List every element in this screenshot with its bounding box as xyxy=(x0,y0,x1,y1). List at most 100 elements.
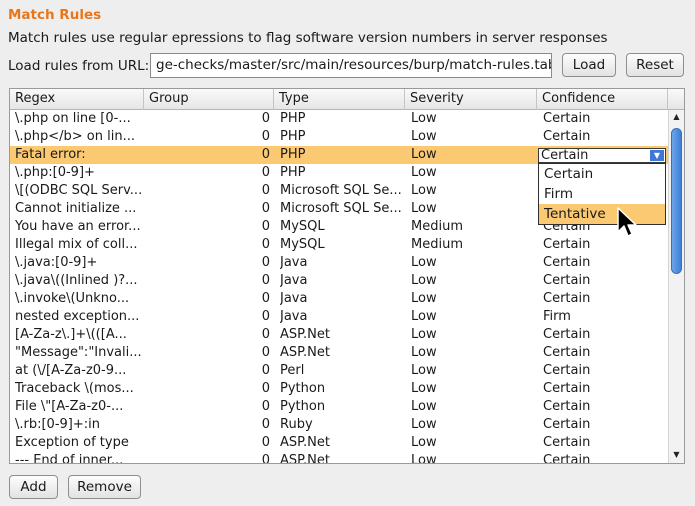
cell-regex: \.java\((Inlined )?... xyxy=(15,273,138,288)
option-firm[interactable]: Firm xyxy=(539,184,665,204)
table-row[interactable]: \.java\((Inlined )?... 0 Java Low Certain xyxy=(10,272,668,290)
table-row[interactable]: at (\/[A-Za-z0-9... 0 Perl Low Certain xyxy=(10,362,668,380)
table-row[interactable]: File \"[A-Za-z0-... 0 Python Low Certain xyxy=(10,398,668,416)
url-label: Load rules from URL: xyxy=(8,58,150,74)
column-header-regex[interactable]: Regex xyxy=(10,89,144,110)
table-row[interactable]: "Message":"Invali... 0 ASP.Net Low Certain xyxy=(10,344,668,362)
cell-confidence: Certain xyxy=(543,291,591,306)
cell-regex: --- End of inner... xyxy=(15,453,124,464)
cell-type: Microsoft SQL Se... xyxy=(280,201,402,216)
cell-severity: Medium xyxy=(411,237,463,252)
cell-confidence: Certain xyxy=(543,345,591,360)
cell-severity: Low xyxy=(411,381,437,396)
confidence-combobox-value: Certain xyxy=(541,148,589,163)
column-header-group[interactable]: Group xyxy=(144,89,274,110)
cell-group: 0 xyxy=(261,435,270,450)
cell-type: ASP.Net xyxy=(280,435,330,450)
cell-type: PHP xyxy=(280,129,306,144)
column-header-type[interactable]: Type xyxy=(274,89,405,110)
cell-severity: Low xyxy=(411,327,437,342)
cell-group: 0 xyxy=(261,417,270,432)
scroll-thumb[interactable] xyxy=(671,128,682,274)
cell-group: 0 xyxy=(261,291,270,306)
option-tentative[interactable]: Tentative xyxy=(539,204,665,224)
option-certain[interactable]: Certain xyxy=(539,164,665,184)
cell-severity: Low xyxy=(411,201,437,216)
cell-confidence: Firm xyxy=(543,309,571,324)
column-header-severity[interactable]: Severity xyxy=(405,89,537,110)
cell-confidence: Certain xyxy=(543,381,591,396)
mouse-pointer-icon xyxy=(617,207,637,237)
cell-group: 0 xyxy=(261,327,270,342)
cell-severity: Low xyxy=(411,417,437,432)
table-row[interactable]: \.rb:[0-9]+:in 0 Ruby Low Certain xyxy=(10,416,668,434)
cell-type: PHP xyxy=(280,111,306,126)
cell-regex: \.php on line [0-... xyxy=(15,111,131,126)
table-row[interactable]: nested exception... 0 Java Low Firm xyxy=(10,308,668,326)
remove-button[interactable]: Remove xyxy=(68,475,141,499)
reset-button[interactable]: Reset xyxy=(626,53,684,77)
add-button[interactable]: Add xyxy=(9,475,58,499)
cell-confidence: Certain xyxy=(543,453,591,464)
cell-confidence: Certain xyxy=(543,273,591,288)
cell-type: Java xyxy=(280,291,308,306)
cell-group: 0 xyxy=(261,309,270,324)
cell-regex: You have an error... xyxy=(15,219,141,234)
cell-regex: "Message":"Invali... xyxy=(15,345,142,360)
cell-group: 0 xyxy=(261,201,270,216)
cell-group: 0 xyxy=(261,183,270,198)
cell-type: Java xyxy=(280,273,308,288)
column-header-confidence[interactable]: Confidence xyxy=(537,89,668,110)
cell-group: 0 xyxy=(261,345,270,360)
cell-group: 0 xyxy=(261,453,270,464)
table-row[interactable]: \.php on line [0-... 0 PHP Low Certain xyxy=(10,110,668,128)
url-input[interactable]: ge-checks/master/src/main/resources/burp… xyxy=(150,53,552,78)
table-row[interactable]: \.java:[0-9]+ 0 Java Low Certain xyxy=(10,254,668,272)
cell-group: 0 xyxy=(261,165,270,180)
load-button[interactable]: Load xyxy=(562,53,616,77)
cell-group: 0 xyxy=(261,273,270,288)
confidence-combobox[interactable]: Certain ▼ xyxy=(538,148,666,163)
dropdown-arrow-icon[interactable]: ▼ xyxy=(650,150,664,161)
scroll-down-arrow-icon[interactable]: ▼ xyxy=(669,448,684,462)
cell-regex: Fatal error: xyxy=(15,147,86,162)
scroll-up-arrow-icon[interactable]: ▲ xyxy=(669,110,684,124)
cell-group: 0 xyxy=(261,381,270,396)
cell-regex: \.php:[0-9]+ xyxy=(15,165,95,180)
cell-confidence: Certain xyxy=(543,363,591,378)
table-header: Regex Group Type Severity Confidence xyxy=(10,89,684,110)
cell-severity: Low xyxy=(411,111,437,126)
cell-regex: \.php</b> on lin... xyxy=(15,129,135,144)
cell-severity: Low xyxy=(411,435,437,450)
cell-severity: Low xyxy=(411,453,437,464)
cell-type: MySQL xyxy=(280,219,325,234)
table-row[interactable]: Illegal mix of coll... 0 MySQL Medium Certai… xyxy=(10,236,668,254)
cell-severity: Low xyxy=(411,147,437,162)
table-row[interactable]: --- End of inner... 0 ASP.Net Low Certain xyxy=(10,452,668,464)
cell-group: 0 xyxy=(261,219,270,234)
cell-type: Perl xyxy=(280,363,305,378)
cell-type: Python xyxy=(280,399,326,414)
match-rules-table: Regex Group Type Severity Confidence \.p… xyxy=(9,88,685,464)
cell-regex: \[(ODBC SQL Serv... xyxy=(15,183,143,198)
cell-regex: Exception of type xyxy=(15,435,129,450)
table-row[interactable]: \.invoke\(Unkno... 0 Java Low Certain xyxy=(10,290,668,308)
cell-regex: \.invoke\(Unkno... xyxy=(15,291,130,306)
cell-regex: \.rb:[0-9]+:in xyxy=(15,417,100,432)
cell-group: 0 xyxy=(261,363,270,378)
header-corner xyxy=(668,89,684,110)
table-row[interactable]: [A-Za-z\.]+\(([A... 0 ASP.Net Low Certain xyxy=(10,326,668,344)
cell-confidence: Certain xyxy=(543,237,591,252)
cell-type: Java xyxy=(280,255,308,270)
cell-regex: at (\/[A-Za-z0-9... xyxy=(15,363,127,378)
vertical-scrollbar[interactable]: ▲ ▼ xyxy=(668,110,684,463)
table-row[interactable]: Traceback \(mos... 0 Python Low Certain xyxy=(10,380,668,398)
cell-regex: \.java:[0-9]+ xyxy=(15,255,98,270)
table-row[interactable]: Exception of type 0 ASP.Net Low Certain xyxy=(10,434,668,452)
cell-type: ASP.Net xyxy=(280,345,330,360)
cell-confidence: Certain xyxy=(543,111,591,126)
cell-confidence: Certain xyxy=(543,255,591,270)
cell-type: MySQL xyxy=(280,237,325,252)
cell-confidence: Certain xyxy=(543,129,591,144)
table-row[interactable]: \.php</b> on lin... 0 PHP Low Certain xyxy=(10,128,668,146)
